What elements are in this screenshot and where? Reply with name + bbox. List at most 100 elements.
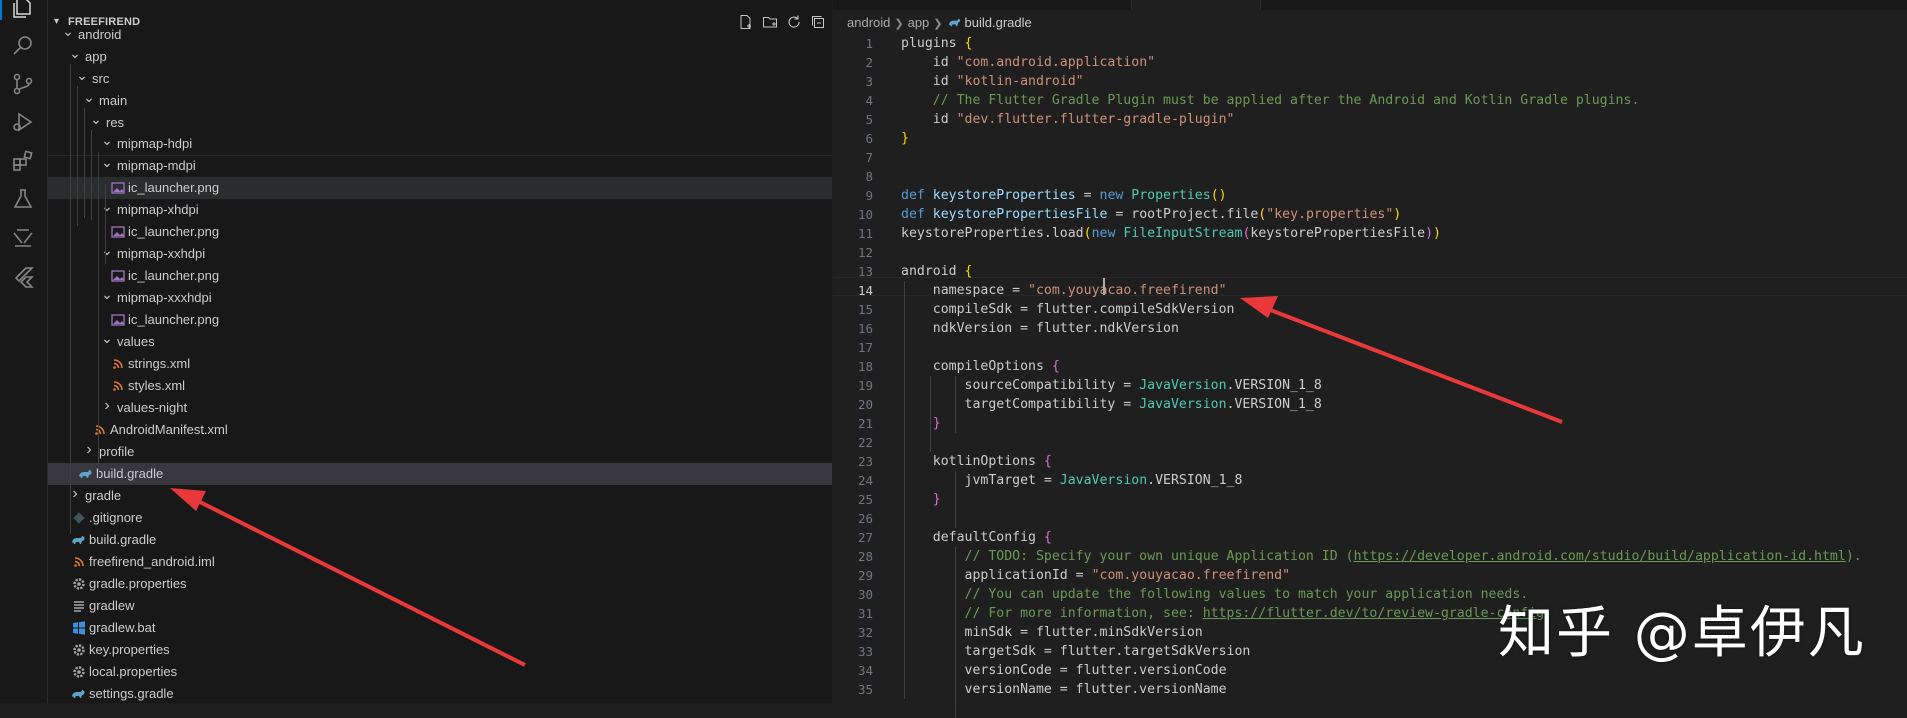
line-number: 32: [857, 625, 873, 640]
tree-item[interactable]: ⌄ mipmap-xxhdpi: [48, 243, 832, 265]
tree-item[interactable]: ⌄ main: [48, 90, 832, 112]
indent-guide: [930, 376, 931, 452]
tree-item[interactable]: ic_launcher.png: [48, 177, 832, 199]
xml-file-icon: [110, 356, 126, 372]
chevron-down-icon[interactable]: ⌄: [69, 46, 81, 60]
extensions-icon[interactable]: [11, 149, 35, 173]
tree-item[interactable]: ⌄ src: [48, 68, 832, 90]
tree-item[interactable]: › gradle: [48, 485, 832, 507]
tree-item[interactable]: settings.gradle: [48, 683, 832, 705]
tree-item[interactable]: ic_launcher.png: [48, 309, 832, 331]
tree-item[interactable]: .gitignore: [48, 507, 832, 529]
tree-item-label: values: [117, 334, 155, 349]
tree-item[interactable]: ⌄ android: [48, 24, 832, 46]
tree-item[interactable]: ⌄ mipmap-xxxhdpi: [48, 287, 832, 309]
tree-item[interactable]: ⌄ res: [48, 112, 832, 134]
xml-file-icon: [92, 422, 108, 438]
tree-item[interactable]: ic_launcher.png: [48, 221, 832, 243]
tree-item-label: AndroidManifest.xml: [110, 422, 228, 437]
tree-item[interactable]: build.gradle: [48, 529, 832, 551]
tree-item-label: build.gradle: [89, 532, 157, 547]
line-number: 17: [857, 340, 873, 355]
breadcrumb-android[interactable]: android: [847, 15, 890, 30]
indent-guide: [105, 184, 106, 264]
tree-item-label: gradle.properties: [89, 576, 187, 591]
chevron-down-icon[interactable]: ⌄: [76, 68, 88, 82]
chevron-down-icon[interactable]: ⌄: [62, 24, 74, 38]
tab-build-gradle[interactable]: [1131, 0, 1261, 10]
tree-item-label: gradle: [85, 488, 122, 503]
chevron-right-icon[interactable]: ›: [101, 398, 113, 414]
line-number: 25: [857, 492, 873, 507]
line-number: 18: [857, 359, 873, 374]
line-number: 7: [865, 150, 873, 165]
chevron-right-icon: ❯: [933, 18, 943, 30]
tree-item[interactable]: styles.xml: [48, 375, 832, 397]
tree-item[interactable]: build.gradle: [48, 463, 832, 485]
chevron-down-icon[interactable]: ⌄: [101, 243, 113, 257]
tree-item[interactable]: local.properties: [48, 661, 832, 683]
chevron-down-icon[interactable]: ⌄: [83, 90, 95, 104]
tree-item[interactable]: strings.xml: [48, 353, 832, 375]
tree-item-label: mipmap-xxhdpi: [117, 246, 206, 261]
line-number: 10: [857, 207, 873, 222]
breadcrumb-app[interactable]: app: [908, 15, 930, 30]
tree-item-label: values-night: [117, 400, 188, 415]
tree-item[interactable]: ⌄ values: [48, 331, 832, 353]
tree-item-label: ic_launcher.png: [128, 224, 220, 239]
explorer-icon[interactable]: [11, 0, 35, 20]
chevron-down-icon[interactable]: ⌄: [101, 331, 113, 345]
chevron-right-icon[interactable]: ›: [83, 442, 95, 458]
chevron-down-icon[interactable]: ⌄: [101, 133, 113, 147]
image-file-icon: [110, 180, 126, 196]
xml-file-icon: [71, 554, 87, 570]
tree-item[interactable]: gradle.properties: [48, 573, 832, 595]
gear-icon: [71, 664, 87, 680]
testing-icon[interactable]: [11, 187, 35, 211]
line-number: 20: [857, 397, 873, 412]
tree-item[interactable]: ic_launcher.png: [48, 265, 832, 287]
sticky-scroll-divider: [48, 155, 832, 156]
breadcrumb-file[interactable]: build.gradle: [947, 15, 1032, 30]
chevron-down-icon[interactable]: ⌄: [101, 287, 113, 301]
tree-item-label: build.gradle: [96, 466, 164, 481]
line-number: 2: [865, 55, 873, 70]
code-line: targetSdk = flutter.targetSdkVersion: [901, 644, 1251, 659]
remote-explorer-icon[interactable]: [11, 226, 35, 250]
tree-item[interactable]: ⌄ mipmap-xhdpi: [48, 199, 832, 221]
line-number: 1: [865, 36, 873, 51]
source-control-icon[interactable]: [11, 72, 35, 96]
breadcrumb-file-label: build.gradle: [964, 15, 1032, 30]
tree-item[interactable]: gradlew.bat: [48, 617, 832, 639]
tree-item-label: strings.xml: [128, 356, 191, 371]
chevron-down-icon[interactable]: ⌄: [101, 155, 113, 169]
tree-item[interactable]: ⌄ mipmap-mdpi: [48, 155, 832, 177]
tree-item[interactable]: ⌄ mipmap-hdpi: [48, 133, 832, 155]
tree-item[interactable]: AndroidManifest.xml: [48, 419, 832, 441]
explorer-panel: ▾ FREEFIREND ⌄ android ⌄ app ⌄ src ⌄ main ⌄ res ⌄ m…: [48, 0, 878, 705]
chevron-down-icon[interactable]: ⌄: [101, 199, 113, 213]
tree-item[interactable]: key.properties: [48, 639, 832, 661]
code-line: applicationId = "com.youyacao.freefirend…: [901, 568, 1291, 583]
search-icon[interactable]: [11, 34, 35, 58]
indent-guide: [77, 86, 78, 226]
line-number: 16: [857, 321, 873, 336]
run-debug-icon[interactable]: [11, 110, 35, 134]
tree-item-label: key.properties: [89, 642, 170, 657]
gear-icon: [71, 576, 87, 592]
image-file-icon: [110, 224, 126, 240]
line-number: 26: [857, 511, 873, 526]
tree-item[interactable]: › profile: [48, 441, 832, 463]
line-number: 4: [865, 93, 873, 108]
tree-item[interactable]: ⌄ app: [48, 46, 832, 68]
tree-item-label: profile: [99, 444, 135, 459]
line-number: 3: [865, 74, 873, 89]
code-line: def keystorePropertiesFile = rootProject…: [901, 207, 1402, 222]
indent-guide: [91, 130, 92, 220]
tree-item[interactable]: freefirend_android.iml: [48, 551, 832, 573]
editor-tab-strip: [833, 0, 1907, 10]
flutter-icon[interactable]: [11, 265, 35, 289]
tree-item[interactable]: gradlew: [48, 595, 832, 617]
tree-item[interactable]: › values-night: [48, 397, 832, 419]
chevron-down-icon[interactable]: ⌄: [90, 112, 102, 126]
